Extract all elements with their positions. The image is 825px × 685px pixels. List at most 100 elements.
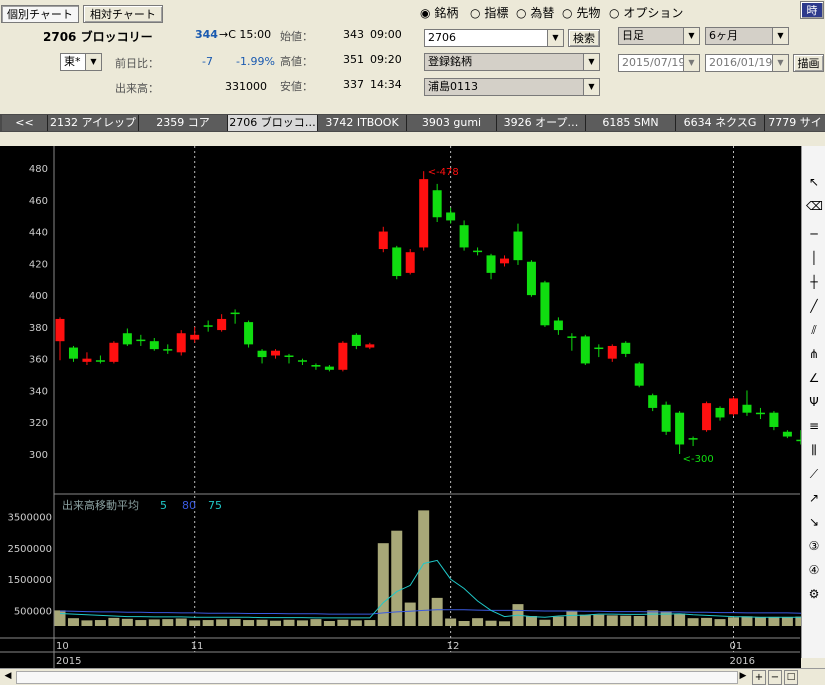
low-value: 337 — [343, 78, 364, 91]
candle-body — [149, 341, 159, 350]
cursor-icon[interactable]: ↖ — [806, 174, 822, 190]
radio-fx[interactable]: ○ 為替 — [516, 4, 554, 21]
tab-2359[interactable]: 2359 コア — [139, 115, 228, 131]
period-value: 日足 — [622, 29, 644, 42]
horizontal-scrollbar[interactable]: ◀ ▶ + − □ — [0, 668, 825, 685]
scroll-right-icon[interactable]: ▶ — [737, 670, 749, 683]
candle-body — [715, 407, 725, 418]
watchlist2-select[interactable]: 浦島0113 ▼ — [424, 78, 600, 96]
volume-bar — [202, 620, 214, 626]
draw-button[interactable]: 描画 — [793, 54, 824, 72]
volume-tick-label: 2500000 — [7, 544, 52, 555]
volume-bar — [445, 618, 457, 626]
volume-bar — [593, 614, 605, 626]
period-select[interactable]: 日足 ▼ — [618, 27, 700, 45]
scroll-left-icon[interactable]: ◀ — [2, 670, 14, 683]
range-select[interactable]: 6ヶ月 ▼ — [705, 27, 789, 45]
high-time: 09:20 — [370, 53, 402, 66]
volume-bar — [687, 618, 699, 626]
trend-line-icon[interactable]: ╱ — [806, 298, 822, 314]
fibonacci-fan-icon[interactable]: ⋔ — [806, 346, 822, 362]
volume-bar — [337, 619, 349, 626]
radio-options[interactable]: ○ オプション — [609, 4, 683, 21]
stock-tabs: << 2132 アイレップ 2359 コア 2706 ブロッコ… 3742 IT… — [0, 114, 825, 132]
code-input[interactable]: 2706 ▼ — [424, 29, 564, 47]
candle-body — [513, 231, 523, 261]
volume-bar — [404, 602, 416, 626]
maximize-icon[interactable]: □ — [784, 670, 798, 685]
horizontal-line-icon[interactable]: ─ — [806, 226, 822, 242]
tab-2132[interactable]: 2132 アイレップ — [48, 115, 139, 131]
price-tick-label: 420 — [29, 259, 48, 270]
parallel-line-icon[interactable]: ⫽ — [806, 322, 822, 338]
radio-empty-icon: ○ — [562, 6, 573, 20]
price-tick-label: 440 — [29, 228, 48, 239]
cross-line-icon[interactable]: ┼ — [806, 274, 822, 290]
radio-indicator[interactable]: ○ 指標 — [470, 4, 508, 21]
gann-fan-icon[interactable]: ∠ — [806, 370, 822, 386]
candle-body — [351, 334, 361, 346]
volume-bar — [323, 621, 335, 626]
date-from-input[interactable]: 2015/07/19 ▼ — [618, 54, 700, 72]
volume-bar — [606, 615, 618, 626]
volume-bar — [54, 610, 66, 626]
candle-body — [446, 212, 456, 221]
individual-chart-button[interactable]: 個別チャート — [1, 5, 79, 23]
tab-3926[interactable]: 3926 オープ… — [497, 115, 586, 131]
tab-3903[interactable]: 3903 gumi — [407, 115, 497, 131]
volume-bar — [741, 616, 753, 626]
candle-body — [217, 318, 227, 331]
volume-ma-5: 5 — [160, 499, 167, 512]
radio-stock[interactable]: ◉ 銘柄 — [420, 4, 458, 21]
candle-body — [297, 360, 307, 362]
chevron-down-icon: ▼ — [683, 55, 699, 71]
tab-2706[interactable]: 2706 ブロッコ… — [228, 115, 318, 131]
time-button[interactable]: 時 — [800, 1, 824, 19]
scroll-thumb[interactable] — [16, 671, 738, 684]
volume-bar — [674, 613, 686, 626]
stock-chart[interactable]: 480 460 440 420 400 380 360 340 320 300 <-478 <-30… — [0, 146, 801, 668]
candle-body — [122, 333, 132, 345]
ray-icon[interactable]: ⟋ — [806, 466, 822, 482]
price-tick-label: 340 — [29, 386, 48, 397]
candle-body — [163, 349, 173, 351]
radio-empty-icon: ○ — [609, 6, 620, 20]
volume-bar — [728, 617, 739, 626]
chevron-down-icon: ▼ — [583, 79, 599, 95]
level-4-icon[interactable]: ④ — [806, 562, 822, 578]
price-tick-label: 380 — [29, 323, 48, 334]
open-label: 始値： — [280, 30, 313, 43]
watchlist-select[interactable]: 登録銘柄 ▼ — [424, 53, 600, 71]
radio-futures-label: 先物 — [576, 6, 601, 20]
settings-icon[interactable]: ⚙ — [806, 586, 822, 602]
volume-bar — [121, 618, 133, 626]
level-3-icon[interactable]: ③ — [806, 538, 822, 554]
fibonacci-retracement-icon[interactable]: ≡ — [806, 418, 822, 434]
eraser-icon[interactable]: ⌫ — [806, 198, 823, 214]
zoom-in-icon[interactable]: + — [752, 670, 766, 685]
volume-bar — [431, 597, 443, 626]
tab-3742[interactable]: 3742 ITBOOK — [318, 115, 407, 131]
pitchfork-icon[interactable]: Ψ — [806, 394, 822, 410]
radio-empty-icon: ○ — [516, 6, 527, 20]
zoom-out-icon[interactable]: − — [768, 670, 782, 685]
channel-icon[interactable]: ⫼ — [806, 442, 822, 458]
date-to-input[interactable]: 2016/01/19 ▼ — [705, 54, 789, 72]
tab-6634[interactable]: 6634 ネクスG — [676, 115, 765, 131]
radio-futures[interactable]: ○ 先物 — [562, 4, 600, 21]
relative-chart-button[interactable]: 相対チャート — [83, 5, 163, 23]
tab-prev[interactable]: << — [2, 115, 48, 131]
angle-icon[interactable]: ↘ — [806, 514, 822, 530]
exchange-select[interactable]: 東* ▼ — [60, 53, 102, 71]
high-label: 高値： — [280, 55, 313, 68]
tab-6185[interactable]: 6185 SMN — [586, 115, 676, 131]
candle-body — [459, 225, 469, 248]
vertical-line-icon[interactable]: │ — [806, 250, 822, 266]
search-button[interactable]: 検索 — [568, 29, 600, 47]
tab-7779[interactable]: 7779 サイ — [765, 115, 825, 131]
candle-body — [742, 404, 752, 413]
volume-bar — [714, 619, 726, 626]
candle-body — [769, 412, 779, 427]
arrow-line-icon[interactable]: ↗ — [806, 490, 822, 506]
candle-body — [190, 334, 200, 340]
